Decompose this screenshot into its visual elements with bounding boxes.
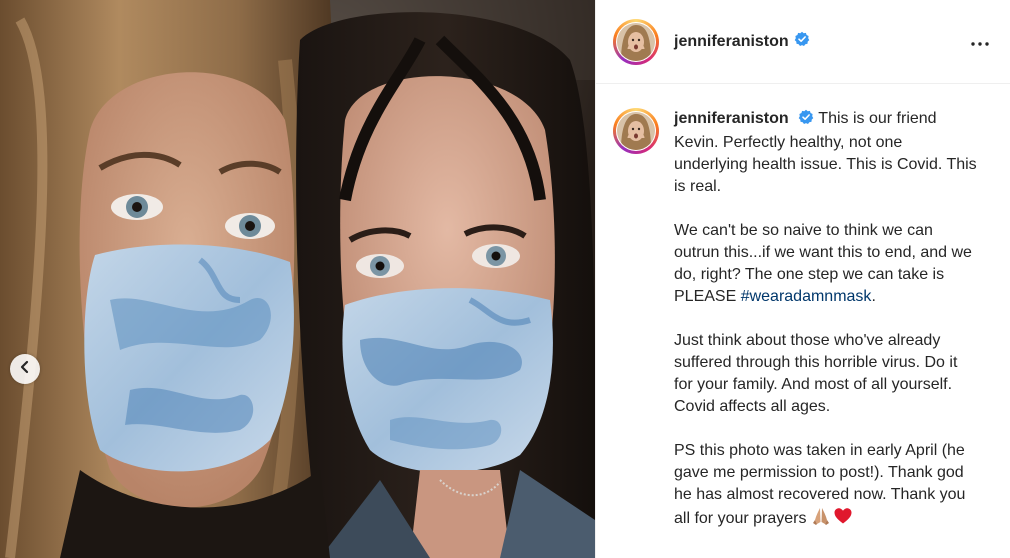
red-heart-icon [833, 506, 853, 533]
caption-paragraph-4: PS this photo was taken in early April (… [674, 440, 979, 533]
caption-text: jenniferaniston This is our friend Kevin… [674, 108, 979, 533]
folded-hands-icon [811, 506, 831, 533]
hashtag-link[interactable]: #wearadamnmask [741, 288, 872, 305]
avatar-image [617, 22, 655, 61]
caption-avatar[interactable] [613, 108, 659, 154]
caption-para2-end: . [871, 288, 876, 305]
caption-paragraph-3: Just think about those who've already su… [674, 332, 958, 415]
emoji-row [811, 506, 853, 533]
verified-badge-icon [798, 109, 814, 132]
header-username[interactable]: jenniferaniston [674, 33, 789, 51]
instagram-post-view: jenniferaniston jenniferaniston This is … [0, 0, 1010, 558]
more-horizontal-icon [971, 33, 989, 51]
avatar[interactable] [613, 18, 659, 65]
verified-badge-icon [794, 31, 810, 52]
avatar-image [617, 112, 655, 150]
post-header: jenniferaniston [596, 0, 1010, 84]
caption-paragraph-2: We can't be so naive to think we can out… [674, 220, 979, 308]
caption-username[interactable]: jenniferaniston [674, 110, 789, 127]
caption-paragraph-1: jenniferaniston This is our friend Kevin… [674, 108, 979, 198]
post-caption: jenniferaniston This is our friend Kevin… [596, 84, 1010, 533]
chevron-left-icon [18, 360, 32, 379]
post-image[interactable] [0, 0, 595, 558]
post-photo [0, 0, 595, 558]
more-options-button[interactable] [968, 30, 992, 54]
carousel-prev-button[interactable] [10, 354, 40, 384]
post-sidebar: jenniferaniston jenniferaniston This is … [595, 0, 1010, 558]
